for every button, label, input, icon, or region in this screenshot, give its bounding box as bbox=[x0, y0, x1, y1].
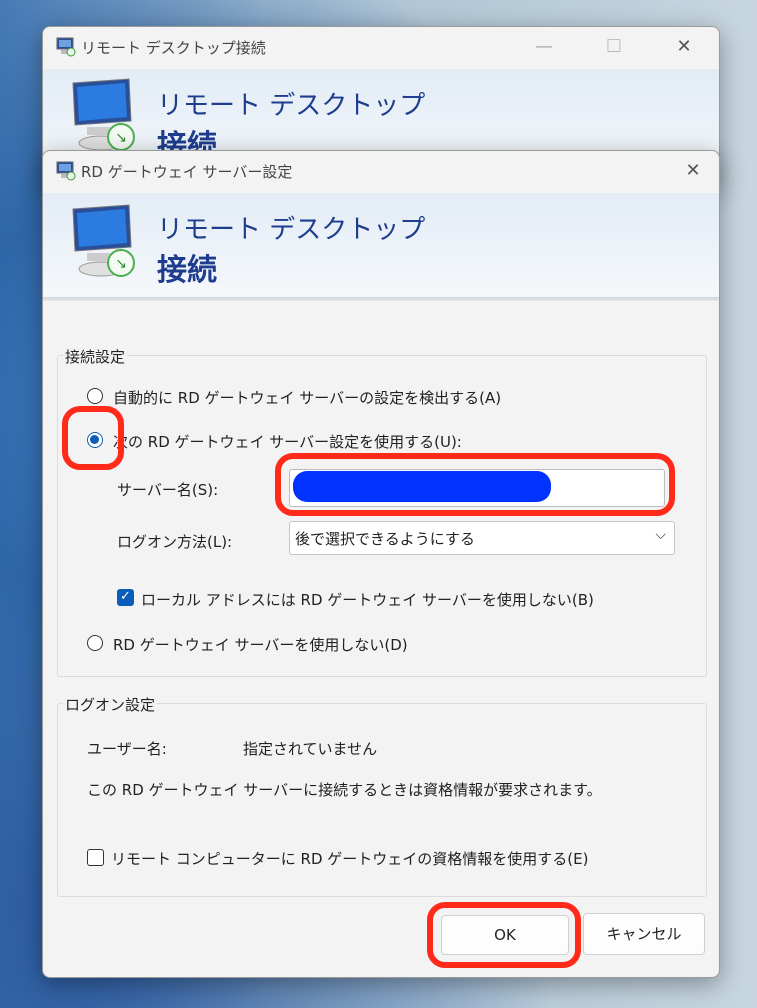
cancel-button-label: キャンセル bbox=[606, 925, 682, 943]
bypass-local-label[interactable]: ローカル アドレスには RD ゲートウェイ サーバーを使用しない(B) bbox=[141, 589, 594, 610]
banner-subtitle: 接続 bbox=[157, 253, 217, 288]
radio-auto-detect-label[interactable]: 自動的に RD ゲートウェイ サーバーの設定を検出する(A) bbox=[113, 387, 501, 408]
minimize-button[interactable]: — bbox=[530, 35, 558, 59]
logon-settings-label: ログオン設定 bbox=[63, 694, 158, 715]
dialog-title: RD ゲートウェイ サーバー設定 bbox=[81, 163, 293, 181]
logon-method-select[interactable]: 後で選択できるようにする ⌵ bbox=[289, 521, 675, 555]
dialog-titlebar: RD ゲートウェイ サーバー設定 ✕ bbox=[43, 151, 719, 191]
radio-use-settings-label[interactable]: 次の RD ゲートウェイ サーバー設定を使用する(U): bbox=[113, 431, 462, 452]
radio-auto-detect[interactable] bbox=[87, 388, 103, 404]
radio-no-gateway-label[interactable]: RD ゲートウェイ サーバーを使用しない(D) bbox=[113, 634, 408, 655]
banner-title: リモート デスクトップ bbox=[157, 91, 426, 121]
titlebar: リモート デスクトップ接続 — ☐ ✕ bbox=[43, 27, 719, 67]
credentials-info-text: この RD ゲートウェイ サーバーに接続するときは資格情報が要求されます。 bbox=[87, 781, 602, 799]
dialog-close-button[interactable]: ✕ bbox=[679, 159, 707, 183]
maximize-button[interactable]: ☐ bbox=[600, 35, 628, 59]
server-name-label: サーバー名(S): bbox=[117, 481, 219, 499]
connection-settings-label: 接続設定 bbox=[63, 346, 128, 367]
radio-no-gateway[interactable] bbox=[87, 635, 103, 651]
banner-title: リモート デスクトップ bbox=[157, 215, 426, 245]
window-title: リモート デスクトップ接続 bbox=[81, 39, 266, 57]
use-credentials-label[interactable]: リモート コンピューターに RD ゲートウェイの資格情報を使用する(E) bbox=[111, 848, 588, 869]
bypass-local-checkbox[interactable]: ✓ bbox=[117, 589, 134, 606]
rdp-app-icon bbox=[56, 161, 76, 181]
monitor-icon: ↘ bbox=[72, 78, 135, 151]
close-button[interactable]: ✕ bbox=[670, 35, 698, 59]
dialog-banner: ↘ リモート デスクトップ 接続 bbox=[43, 193, 719, 297]
logon-method-label: ログオン方法(L): bbox=[117, 533, 233, 551]
ok-button-label: OK bbox=[494, 926, 516, 944]
redaction-overlay bbox=[293, 471, 551, 502]
use-credentials-checkbox[interactable] bbox=[87, 849, 104, 866]
svg-text:↘: ↘ bbox=[115, 130, 127, 146]
logon-method-value: 後で選択できるようにする bbox=[295, 530, 475, 548]
rd-gateway-settings-dialog: RD ゲートウェイ サーバー設定 ✕ ↘ リモート デスクトップ 接続 接続設定… bbox=[42, 150, 720, 978]
username-value: 指定されていません bbox=[243, 740, 378, 758]
chevron-down-icon: ⌵ bbox=[655, 527, 666, 543]
cancel-button[interactable]: キャンセル bbox=[583, 913, 705, 955]
rdp-app-icon bbox=[56, 37, 76, 57]
banner-divider bbox=[43, 297, 719, 301]
svg-text:↘: ↘ bbox=[115, 256, 127, 272]
radio-use-settings[interactable] bbox=[87, 432, 103, 448]
monitor-icon: ↘ bbox=[72, 204, 135, 277]
username-label: ユーザー名: bbox=[87, 740, 167, 758]
ok-button[interactable]: OK bbox=[441, 915, 569, 955]
